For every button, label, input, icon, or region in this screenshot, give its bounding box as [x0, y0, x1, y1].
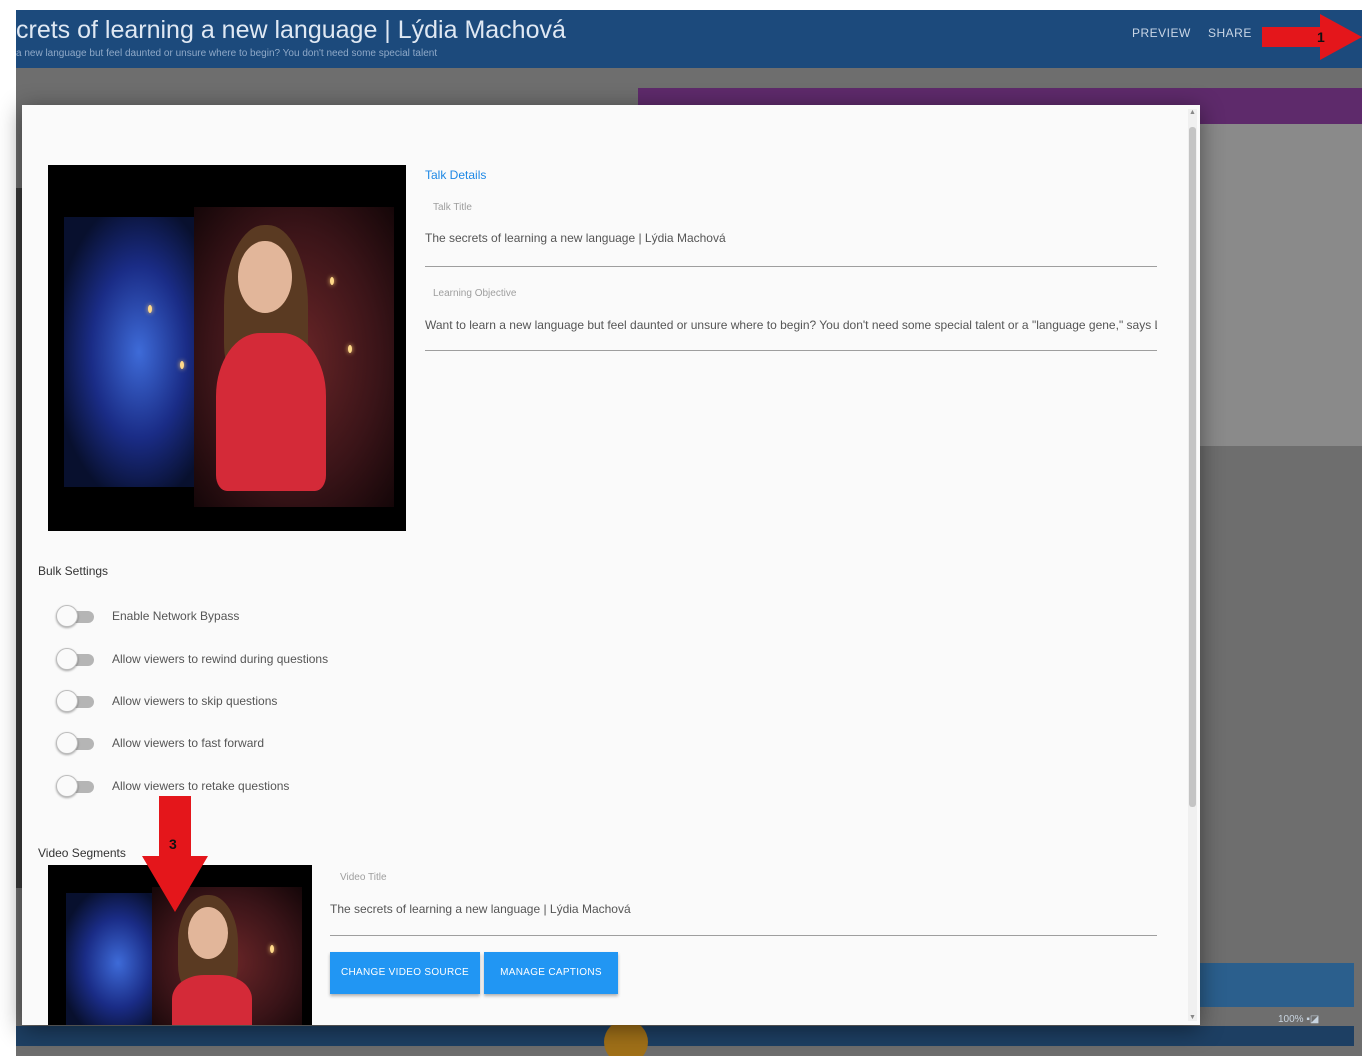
manage-captions-button[interactable]: MANAGE CAPTIONS	[484, 952, 618, 994]
annotation-number-3: 3	[169, 836, 177, 852]
lesson-title: crets of learning a new language | Lýdia…	[16, 16, 566, 44]
light-bulb-icon	[348, 345, 352, 353]
scrollbar-thumb[interactable]	[1189, 127, 1196, 807]
toggle-knob[interactable]	[56, 605, 78, 627]
toggle-knob[interactable]	[56, 775, 78, 797]
scroll-up-arrow-icon[interactable]: ▲	[1189, 109, 1196, 116]
talk-thumbnail	[48, 165, 406, 531]
toggle-knob[interactable]	[56, 690, 78, 712]
video-title-underline	[330, 935, 1157, 936]
annotation-number-1: 1	[1317, 29, 1325, 45]
background-timeline-bar	[16, 1026, 1354, 1046]
down-arrow-icon	[142, 796, 208, 912]
toggle-label: Allow viewers to retake questions	[112, 779, 290, 793]
learning-objective-field[interactable]: Want to learn a new language but feel da…	[425, 318, 1157, 332]
video-title-label: Video Title	[340, 872, 387, 883]
learning-objective-label: Learning Objective	[433, 288, 517, 299]
learning-objective-underline	[425, 350, 1157, 351]
video-segments-heading: Video Segments	[38, 846, 126, 860]
talk-details-heading: Talk Details	[425, 168, 487, 182]
background-side-panel	[1200, 124, 1362, 446]
app-header: crets of learning a new language | Lýdia…	[16, 10, 1362, 68]
dialog-scrollbar[interactable]: ▲ ▼	[1188, 109, 1197, 1021]
annotation-arrow-3: 3	[142, 796, 208, 912]
bulk-settings-heading: Bulk Settings	[38, 564, 109, 578]
scroll-down-arrow-icon[interactable]: ▼	[1189, 1014, 1196, 1021]
speaker-face	[188, 907, 228, 959]
toggle-label: Allow viewers to rewind during questions	[112, 652, 329, 666]
light-bulb-icon	[180, 361, 184, 369]
lesson-subtitle: a new language but feel daunted or unsur…	[16, 48, 438, 59]
toggle-label: Enable Network Bypass	[112, 609, 240, 623]
talk-title-underline	[425, 266, 1157, 267]
fast-forward-toggle-row: Allow viewers to fast forward	[56, 732, 456, 756]
talk-title-field[interactable]: The secrets of learning a new language |…	[425, 231, 726, 245]
rewind-toggle-row: Allow viewers to rewind during questions	[56, 648, 456, 672]
speaker-face	[238, 241, 292, 313]
light-bulb-icon	[148, 305, 152, 313]
share-button[interactable]: SHARE	[1208, 26, 1252, 40]
toggle-label: Allow viewers to fast forward	[112, 736, 265, 750]
speaker-body	[216, 333, 326, 491]
light-bulb-icon	[270, 945, 274, 953]
network-bypass-toggle-row: Enable Network Bypass	[56, 605, 456, 629]
zoom-indicator: 100% ▪◪	[1278, 1014, 1320, 1025]
speaker-body	[172, 975, 252, 1025]
video-title-field[interactable]: The secrets of learning a new language |…	[330, 902, 631, 916]
toggle-label: Allow viewers to skip questions	[112, 694, 278, 708]
toggle-knob[interactable]	[56, 732, 78, 754]
skip-questions-toggle-row: Allow viewers to skip questions	[56, 690, 456, 714]
screen: crets of learning a new language | Lýdia…	[0, 0, 1362, 1056]
thumbnail-blue-backdrop	[64, 217, 214, 487]
floating-action-button[interactable]	[604, 1020, 648, 1056]
talk-title-label: Talk Title	[433, 202, 472, 213]
preview-button[interactable]: PREVIEW	[1132, 26, 1191, 40]
annotation-arrow-1: 1	[1262, 14, 1362, 60]
retake-questions-toggle-row: Allow viewers to retake questions	[56, 775, 456, 799]
background-bottom-panel	[1200, 963, 1354, 1007]
toggle-knob[interactable]	[56, 648, 78, 670]
change-video-source-button[interactable]: CHANGE VIDEO SOURCE	[330, 952, 480, 994]
right-arrow-icon	[1262, 14, 1362, 60]
light-bulb-icon	[330, 277, 334, 285]
